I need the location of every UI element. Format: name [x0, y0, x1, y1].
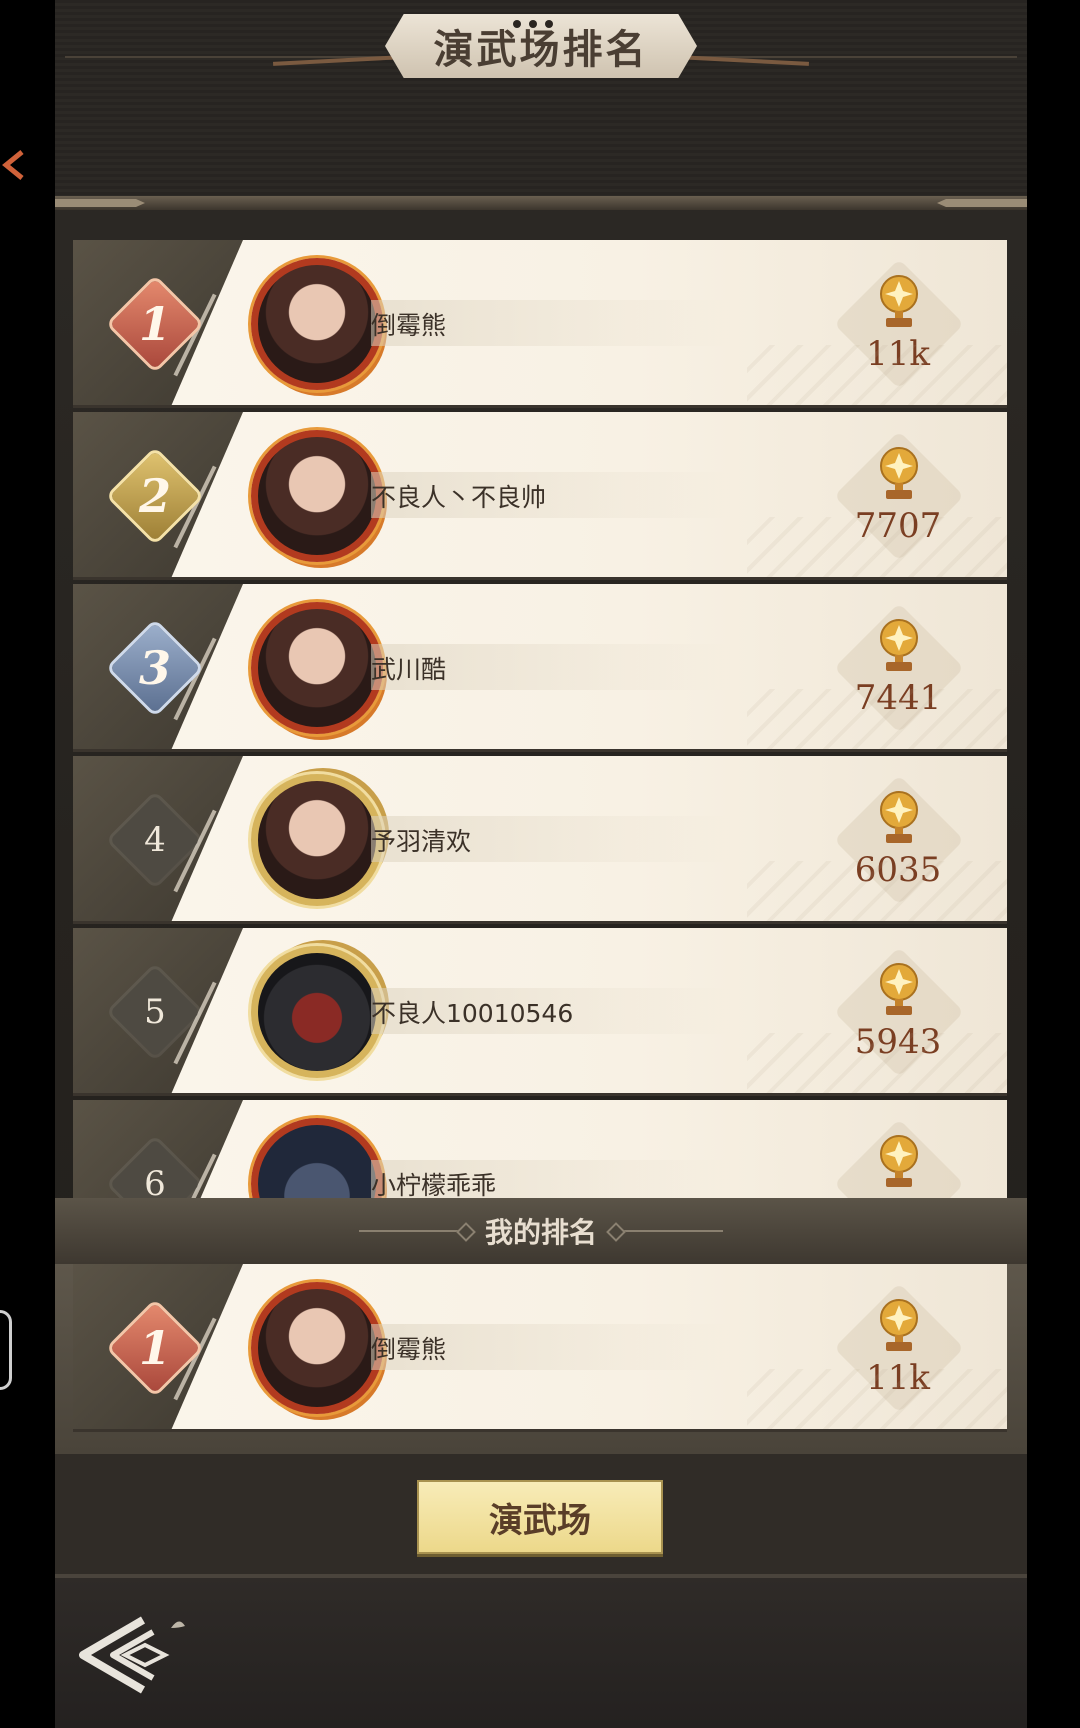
score-value: 11k	[866, 334, 930, 374]
rank-number: 2	[138, 469, 171, 523]
rank-badge: 5	[110, 967, 200, 1057]
player-name: 倒霉熊	[371, 311, 447, 340]
score-block	[829, 1114, 967, 1198]
player-name: 不良人10010546	[371, 999, 574, 1028]
trophy-icon	[880, 447, 918, 499]
score-block: 11k	[829, 1278, 967, 1418]
back-arrow-icon[interactable]	[73, 1610, 193, 1700]
rank-badge-gold: 2	[110, 451, 200, 541]
divider-line	[358, 1230, 469, 1232]
rank-badge-gold-red: 1	[110, 1303, 200, 1393]
rank-number: 3	[138, 641, 171, 695]
avatar[interactable]	[251, 774, 383, 906]
rank-number: 4	[144, 820, 166, 860]
score-block: 5943	[829, 942, 967, 1082]
score-value: 7707	[854, 506, 942, 546]
trophy-icon	[880, 1135, 918, 1187]
my-rank-header: 我的排名	[55, 1198, 1027, 1264]
trophy-icon	[880, 791, 918, 843]
ranking-row[interactable]: 3 武川酷 7441	[73, 584, 1007, 752]
rank-number: 5	[144, 992, 166, 1032]
score-value: 11k	[866, 1358, 930, 1398]
rank-badge-silver: 3	[110, 623, 200, 713]
trophy-icon	[880, 275, 918, 327]
score-block: 7707	[829, 426, 967, 566]
avatar[interactable]	[251, 946, 383, 1078]
arena-button[interactable]: 演武场	[417, 1480, 663, 1554]
trophy-icon	[880, 619, 918, 671]
ranking-panel: 演武场排名 1 倒霉熊 11k 2 不良人丶不良帅 7707 3 武川酷 744…	[55, 0, 1027, 1728]
player-name: 倒霉熊	[371, 1335, 447, 1364]
my-rank-section: 1 倒霉熊 11k	[55, 1264, 1027, 1454]
player-name: 不良人丶不良帅	[371, 483, 547, 512]
score-value: 6035	[854, 850, 942, 890]
avatar[interactable]	[251, 430, 383, 562]
ranking-list[interactable]: 1 倒霉熊 11k 2 不良人丶不良帅 7707 3 武川酷 7441 4 予羽…	[55, 240, 1027, 1198]
rank-number: 1	[138, 297, 171, 351]
title-dots	[513, 20, 553, 28]
avatar[interactable]	[251, 1118, 383, 1198]
player-name: 武川酷	[371, 655, 447, 684]
my-rank-label: 我的排名	[484, 1216, 597, 1249]
score-block: 11k	[829, 254, 967, 394]
footer	[55, 1578, 1027, 1728]
ranking-row[interactable]: 5 不良人10010546 5943	[73, 928, 1007, 1096]
rank-badge-gold-red: 1	[110, 279, 200, 369]
rank-number: 1	[138, 1321, 171, 1375]
ranking-row[interactable]: 1 倒霉熊 11k	[73, 240, 1007, 408]
my-rank-row[interactable]: 1 倒霉熊 11k	[73, 1264, 1007, 1432]
trophy-icon	[880, 1299, 918, 1351]
rank-number: 6	[144, 1164, 166, 1198]
score-value: 7441	[854, 678, 942, 718]
header-divider	[55, 196, 1027, 210]
divider-line	[613, 1230, 723, 1232]
score-block: 6035	[829, 770, 967, 910]
trophy-icon	[880, 963, 918, 1015]
avatar[interactable]	[251, 1282, 383, 1414]
player-name: 予羽清欢	[371, 827, 472, 856]
rank-badge: 6	[110, 1139, 200, 1198]
rank-badge: 4	[110, 795, 200, 885]
ranking-row[interactable]: 2 不良人丶不良帅 7707	[73, 412, 1007, 580]
side-chevron-icon	[2, 150, 24, 180]
action-area: 演武场	[55, 1454, 1027, 1578]
avatar[interactable]	[251, 258, 383, 390]
side-drawer-tab[interactable]	[0, 1310, 12, 1390]
avatar[interactable]	[251, 602, 383, 734]
score-block: 7441	[829, 598, 967, 738]
header: 演武场排名	[55, 0, 1027, 210]
ranking-row[interactable]: 6 小柠檬乖乖	[73, 1100, 1007, 1198]
player-name: 小柠檬乖乖	[371, 1171, 497, 1198]
ranking-row[interactable]: 4 予羽清欢 6035	[73, 756, 1007, 924]
score-value: 5943	[854, 1022, 942, 1062]
